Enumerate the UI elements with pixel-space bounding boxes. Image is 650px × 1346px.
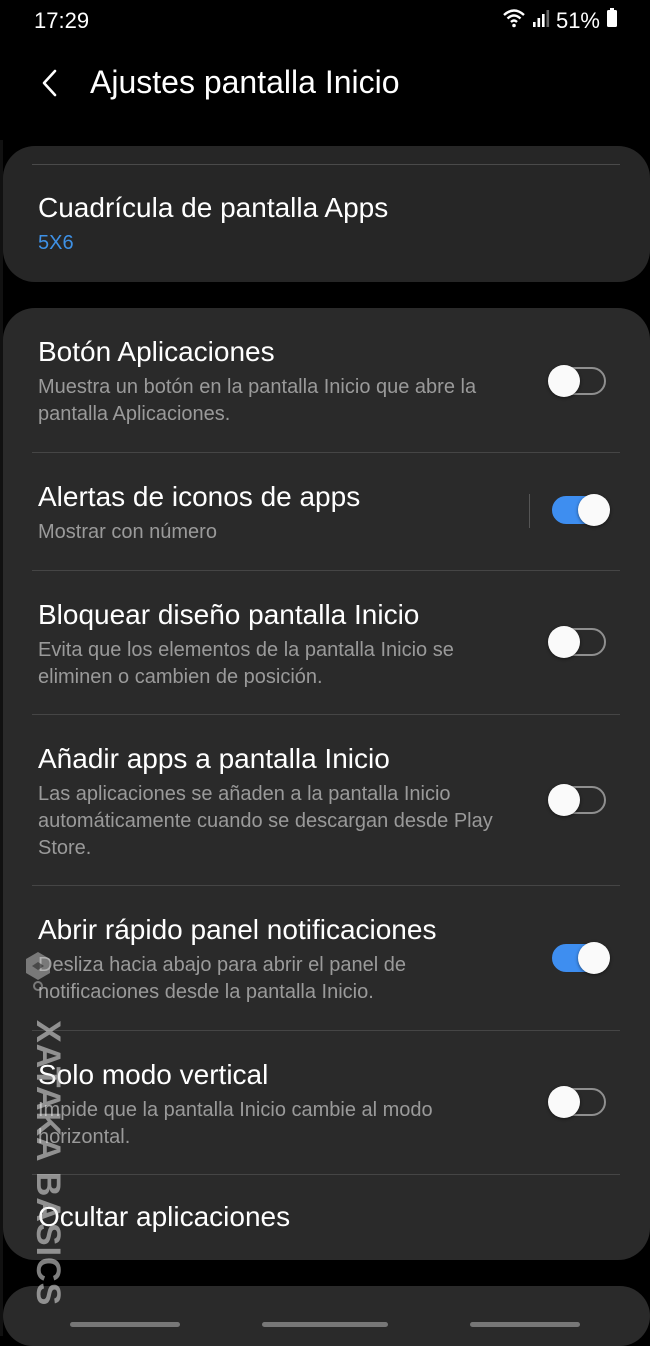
setting-add-apps-home[interactable]: Añadir apps a pantalla Inicio Las aplica… [3,715,650,885]
toggle-knob [548,365,580,397]
setting-title: Bloquear diseño pantalla Inicio [38,599,420,630]
signal-icon [532,8,550,34]
setting-app-icon-badges[interactable]: Alertas de iconos de apps Mostrar con nú… [3,453,650,570]
battery-percent: 51% [555,8,600,33]
nav-recents-handle[interactable] [70,1322,180,1327]
toggle-switch[interactable] [552,942,610,974]
setting-description: Muestra un botón en la pantalla Inicio q… [38,376,477,425]
toggle-switch[interactable] [548,784,606,816]
setting-text: Añadir apps a pantalla Inicio Las aplica… [38,743,518,862]
battery-icon [606,8,618,34]
toggle-knob [578,494,610,526]
setting-description: Las aplicaciones se añaden a la pantalla… [38,783,493,859]
setting-text: Abrir rápido panel notificaciones Desliz… [38,914,518,1006]
setting-title: Abrir rápido panel notificaciones [38,914,437,945]
nav-back-handle[interactable] [470,1322,580,1327]
setting-description: Mostrar con número [38,521,217,543]
grid-settings-card: Cuadrícula de pantalla Apps 5X6 [3,146,650,282]
setting-description: Desliza hacia abajo para abrir el panel … [38,954,407,1003]
toggle-switch[interactable] [548,1086,606,1118]
status-bar: 17:29 51% [0,0,650,40]
toggle-switch[interactable] [548,365,606,397]
divider [32,164,620,165]
setting-description: Impide que la pantalla Inicio cambie al … [38,1099,433,1148]
setting-lock-home-layout[interactable]: Bloquear diseño pantalla Inicio Evita qu… [3,571,650,714]
navigation-bar [0,1318,650,1336]
next-settings-card [3,1286,650,1346]
setting-title: Solo modo vertical [38,1059,269,1090]
page-title: Ajustes pantalla Inicio [90,64,400,100]
toggle-knob [548,784,580,816]
setting-title: Cuadrícula de pantalla Apps [38,192,389,223]
setting-description: Evita que los elementos de la pantalla I… [38,639,454,688]
wifi-icon [502,8,526,34]
toggle-switch[interactable] [548,626,606,658]
setting-hide-apps[interactable]: Ocultar aplicaciones [3,1175,650,1260]
status-time: 17:29 [34,8,90,33]
setting-title: Añadir apps a pantalla Inicio [38,743,390,774]
toggle-knob [578,942,610,974]
setting-text: Botón Aplicaciones Muestra un botón en l… [38,336,518,428]
apps-grid-setting[interactable]: Cuadrícula de pantalla Apps 5X6 [38,192,388,255]
setting-text: Ocultar aplicaciones [38,1201,518,1233]
xataka-logo-icon [24,950,52,992]
setting-title: Ocultar aplicaciones [38,1201,291,1232]
setting-title: Alertas de iconos de apps [38,481,361,512]
toggle-knob [548,626,580,658]
setting-text: Solo modo vertical Impide que la pantall… [38,1059,518,1151]
toggle-knob [548,1086,580,1118]
vertical-separator [529,494,530,528]
home-screen-settings-card: Botón Aplicaciones Muestra un botón en l… [3,308,650,1260]
setting-text: Bloquear diseño pantalla Inicio Evita qu… [38,599,518,691]
setting-title: Botón Aplicaciones [38,336,275,367]
toggle-switch[interactable] [552,494,610,526]
setting-portrait-only[interactable]: Solo modo vertical Impide que la pantall… [3,1031,650,1175]
setting-apps-button[interactable]: Botón Aplicaciones Muestra un botón en l… [3,308,650,452]
nav-home-handle[interactable] [262,1322,388,1327]
setting-text: Alertas de iconos de apps Mostrar con nú… [38,481,518,546]
setting-value: 5X6 [38,232,74,254]
status-icons: 51% [502,8,618,34]
setting-quick-notification-panel[interactable]: Abrir rápido panel notificaciones Desliz… [3,886,650,1030]
chevron-left-icon[interactable] [36,68,66,98]
watermark-text: XATAKA BASICS [29,1020,67,1307]
app-bar: Ajustes pantalla Inicio [0,40,650,140]
